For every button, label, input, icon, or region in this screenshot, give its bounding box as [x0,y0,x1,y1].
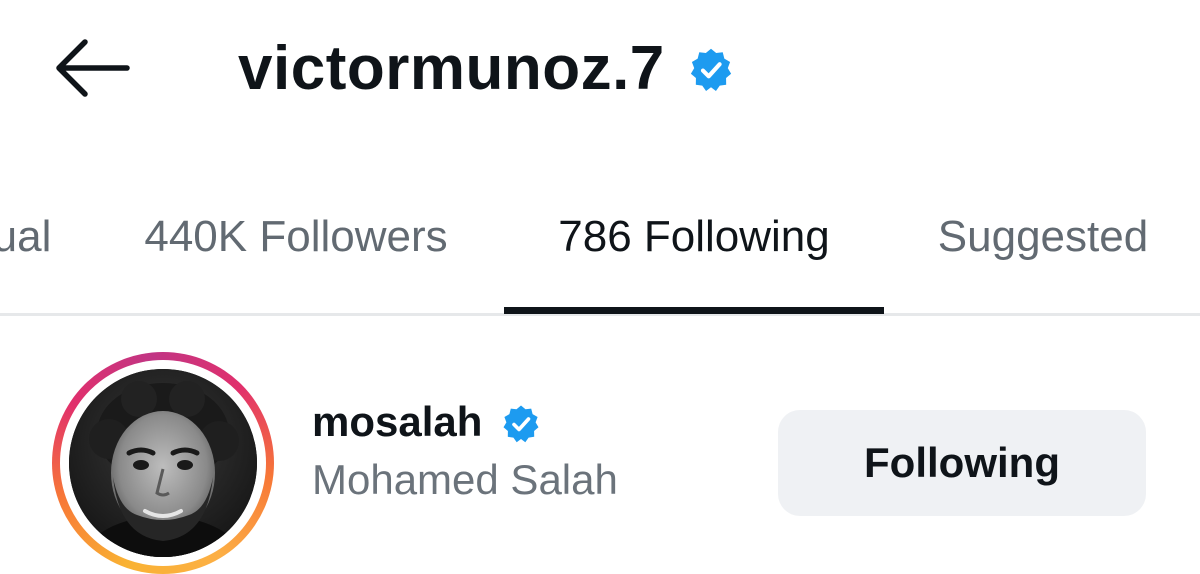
avatar [69,369,257,557]
username: mosalah [312,398,483,445]
list-item[interactable]: mosalah Mohamed Salah Following [0,340,1200,574]
verified-badge-icon [687,46,735,94]
tab-suggested[interactable]: Suggested [918,160,1168,313]
back-button[interactable] [50,38,134,98]
tab-bar: ual 440K Followers 786 Following Suggest… [0,160,1200,316]
full-name: Mohamed Salah [312,456,618,503]
tab-following[interactable]: 786 Following [504,160,884,313]
tab-mutual[interactable]: ual [0,160,52,313]
username-line: mosalah [312,398,618,446]
user-info[interactable]: mosalah Mohamed Salah [312,398,618,504]
tab-followers[interactable]: 440K Followers [120,160,472,313]
verified-badge-icon [500,403,542,445]
profile-title-group: victormunoz.7 [238,28,735,108]
story-ring[interactable] [52,352,274,574]
header-bar: victormunoz.7 [0,0,1200,140]
avatar-gap [60,360,266,566]
arrow-left-icon [56,39,130,97]
page-title: victormunoz.7 [238,33,665,103]
active-tab-indicator [504,307,884,314]
following-button[interactable]: Following [778,410,1146,516]
